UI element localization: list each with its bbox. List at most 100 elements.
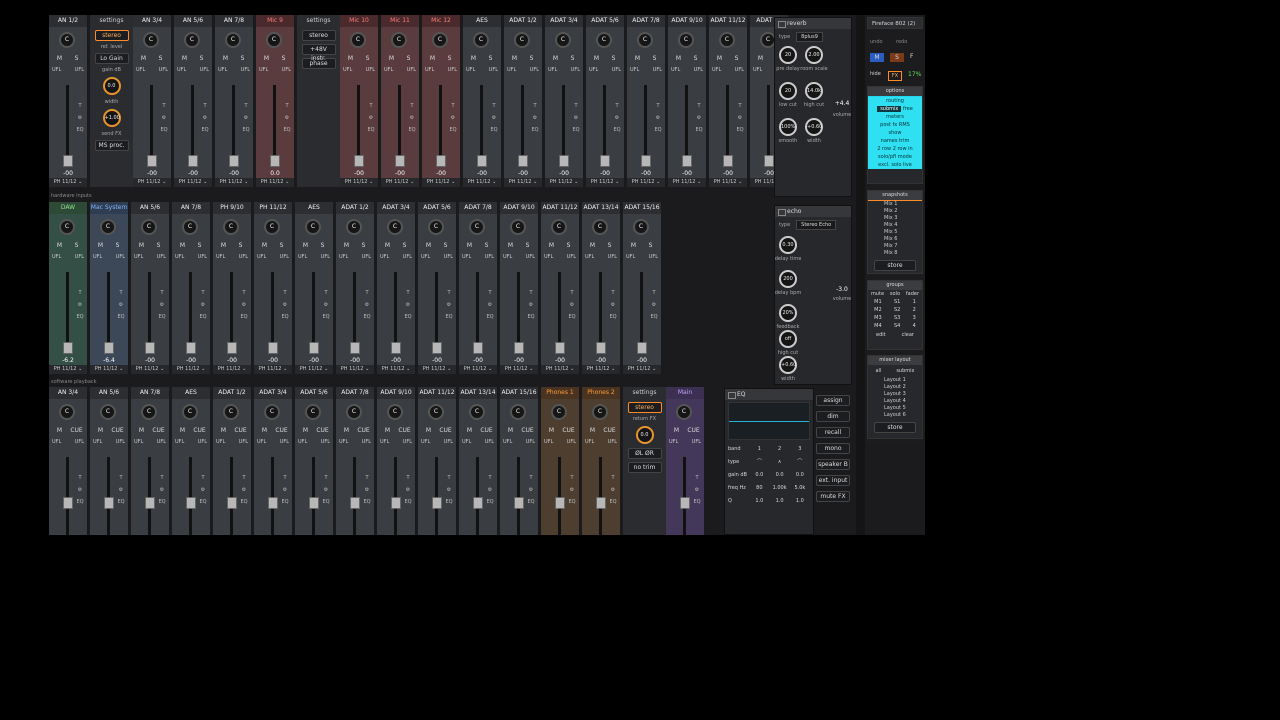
group-cell[interactable]: M4 bbox=[874, 322, 882, 330]
eq-gain-value[interactable]: 0.0 bbox=[790, 472, 810, 478]
trim-icon[interactable]: T bbox=[367, 100, 375, 112]
eq-icon[interactable]: EQ bbox=[283, 124, 291, 136]
routing-select[interactable]: PH 11/12 ⌄ bbox=[131, 365, 169, 374]
enable-icon[interactable] bbox=[728, 392, 736, 399]
fader-knob[interactable] bbox=[596, 497, 606, 509]
trim-icon[interactable]: T bbox=[568, 287, 576, 299]
mute-button[interactable]: M bbox=[712, 55, 727, 63]
fader-knob[interactable] bbox=[723, 155, 733, 167]
pan-knob[interactable]: C bbox=[469, 404, 485, 420]
solo-button[interactable]: S bbox=[360, 55, 375, 63]
routing-select[interactable]: PH 11/12 ⌄ bbox=[459, 365, 497, 374]
settings-icon[interactable]: ⚙ bbox=[609, 484, 617, 496]
trim-icon[interactable]: T bbox=[281, 472, 289, 484]
eq-icon[interactable]: EQ bbox=[486, 496, 494, 508]
trim-icon[interactable]: T bbox=[568, 472, 576, 484]
eq-icon[interactable]: EQ bbox=[568, 311, 576, 323]
solo-button[interactable]: S bbox=[194, 55, 209, 63]
trim-icon[interactable]: T bbox=[695, 100, 703, 112]
trim-icon[interactable]: T bbox=[572, 100, 580, 112]
solo-button[interactable]: CUE bbox=[151, 427, 166, 435]
routing-select[interactable]: PH 11/12 ⌄ bbox=[90, 365, 128, 374]
channel-name[interactable]: ADAT 15/16 bbox=[623, 202, 661, 214]
settings-icon[interactable]: ⚙ bbox=[654, 112, 662, 124]
settings-icon[interactable]: ⚙ bbox=[158, 484, 166, 496]
trim-icon[interactable]: T bbox=[613, 100, 621, 112]
mute-button[interactable]: M bbox=[52, 55, 67, 63]
trim-icon[interactable]: T bbox=[201, 100, 209, 112]
enable-icon[interactable] bbox=[778, 21, 786, 28]
routing-select[interactable]: PH 11/12 ⌄ bbox=[340, 178, 378, 187]
routing-select[interactable]: PH 11/12 ⌄ bbox=[623, 365, 661, 374]
reverb-knob[interactable]: 100% bbox=[779, 118, 797, 136]
routing-select[interactable]: PH 11/12 ⌄ bbox=[174, 178, 212, 187]
pan-knob[interactable]: C bbox=[428, 404, 444, 420]
echo-knob[interactable]: 20% bbox=[779, 304, 797, 322]
gain-knob[interactable]: 0.0 bbox=[102, 77, 121, 95]
fader-knob[interactable] bbox=[518, 155, 528, 167]
channel-name[interactable]: ADAT 1/2 bbox=[504, 15, 542, 27]
settings-icon[interactable]: ⚙ bbox=[117, 484, 125, 496]
channel-name[interactable]: DAW bbox=[49, 202, 87, 214]
fader-knob[interactable] bbox=[473, 497, 483, 509]
free-button[interactable]: free bbox=[903, 106, 913, 112]
solo-button[interactable]: S bbox=[151, 242, 166, 250]
layout-item[interactable]: Layout 2 bbox=[868, 384, 922, 391]
settings-icon[interactable]: ⚙ bbox=[490, 112, 498, 124]
eq-icon[interactable]: EQ bbox=[490, 124, 498, 136]
undo-button[interactable]: undo bbox=[870, 39, 883, 45]
solo-button[interactable]: CUE bbox=[438, 427, 453, 435]
settings-icon[interactable]: ⚙ bbox=[117, 299, 125, 311]
channel-name[interactable]: ADAT 1/2 bbox=[336, 202, 374, 214]
pan-knob[interactable]: C bbox=[387, 219, 403, 235]
pan-knob[interactable]: C bbox=[182, 404, 198, 420]
pan-knob[interactable]: C bbox=[676, 404, 692, 420]
pan-knob[interactable]: C bbox=[428, 219, 444, 235]
channel-name[interactable]: AN 3/4 bbox=[49, 387, 87, 399]
mute-button[interactable]: M bbox=[425, 55, 440, 63]
eq-icon[interactable]: EQ bbox=[445, 311, 453, 323]
snapshot-item[interactable]: Mix 7 bbox=[868, 243, 922, 250]
fader-knob[interactable] bbox=[473, 342, 483, 354]
pan-knob[interactable]: C bbox=[473, 32, 489, 48]
routing-select[interactable]: PH 11/12 ⌄ bbox=[215, 178, 253, 187]
group-cell[interactable]: M1 bbox=[874, 298, 882, 306]
ms-proc-button[interactable]: MS proc. bbox=[94, 140, 129, 151]
solo-button[interactable]: CUE bbox=[233, 427, 248, 435]
eq-icon[interactable]: EQ bbox=[572, 124, 580, 136]
eq-icon[interactable]: EQ bbox=[527, 311, 535, 323]
fader-knob[interactable] bbox=[229, 155, 239, 167]
routing-select[interactable]: PH 11/12 ⌄ bbox=[586, 178, 624, 187]
output-speaker-b-button[interactable]: speaker B bbox=[816, 459, 850, 470]
eq-icon[interactable]: EQ bbox=[695, 124, 703, 136]
return-fx-knob[interactable]: 0.0 bbox=[635, 426, 654, 444]
mute-master-button[interactable]: M bbox=[870, 53, 884, 62]
pan-knob[interactable]: C bbox=[100, 219, 116, 235]
settings-icon[interactable]: ⚙ bbox=[240, 299, 248, 311]
fader-master-button[interactable]: F bbox=[910, 53, 913, 60]
solo-button[interactable]: S bbox=[561, 242, 576, 250]
eq-icon[interactable]: EQ bbox=[240, 311, 248, 323]
channel-name[interactable]: ADAT 3/4 bbox=[545, 15, 583, 27]
eq-icon[interactable]: EQ bbox=[609, 311, 617, 323]
trim-icon[interactable]: T bbox=[117, 287, 125, 299]
channel-name[interactable]: ADAT 13/14 bbox=[459, 387, 497, 399]
mute-button[interactable]: M bbox=[753, 55, 768, 63]
solo-button[interactable]: CUE bbox=[356, 427, 371, 435]
mute-button[interactable]: M bbox=[462, 242, 477, 250]
fader-knob[interactable] bbox=[596, 342, 606, 354]
routing-select[interactable]: PH 11/12 ⌄ bbox=[422, 178, 460, 187]
pan-knob[interactable]: C bbox=[510, 219, 526, 235]
solo-button[interactable]: S bbox=[438, 242, 453, 250]
fader-knob[interactable] bbox=[680, 497, 690, 509]
mute-button[interactable]: M bbox=[421, 427, 436, 435]
layout-item[interactable]: Layout 4 bbox=[868, 398, 922, 405]
settings-icon[interactable]: ⚙ bbox=[445, 299, 453, 311]
mute-button[interactable]: M bbox=[462, 427, 477, 435]
mute-button[interactable]: M bbox=[548, 55, 563, 63]
fader-knob[interactable] bbox=[268, 497, 278, 509]
output-dim-button[interactable]: dim bbox=[816, 411, 850, 422]
pan-knob[interactable]: C bbox=[432, 32, 448, 48]
names-button[interactable]: names bbox=[881, 138, 898, 144]
group-cell[interactable]: 4 bbox=[913, 322, 916, 330]
